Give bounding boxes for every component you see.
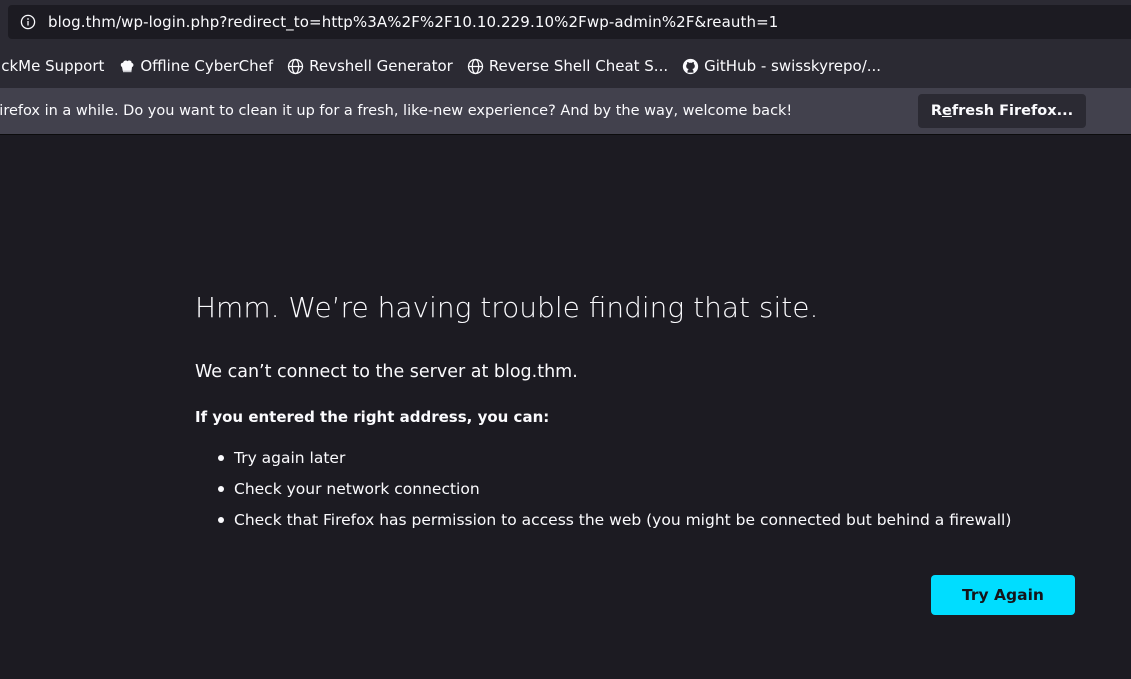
error-hint: If you entered the right address, you ca…: [195, 408, 550, 426]
github-icon: [682, 58, 699, 75]
url-text: blog.thm/wp-login.php?redirect_to=http%3…: [48, 13, 779, 31]
navigation-toolbar: blog.thm/wp-login.php?redirect_to=http%3…: [0, 0, 1131, 44]
suggestion-list: Try again later Check your network conne…: [195, 447, 1011, 540]
refresh-notification-bar: Firefox in a while. Do you want to clean…: [0, 88, 1131, 134]
bookmarks-toolbar: ackMe Support Offline CyberChef Revshell…: [0, 44, 1131, 88]
error-title: Hmm. We’re having trouble finding that s…: [195, 291, 819, 324]
error-description: We can’t connect to the server at blog.t…: [195, 362, 578, 382]
toolbar-divider: [0, 134, 1131, 135]
bookmark-label: Reverse Shell Cheat S...: [488, 57, 669, 75]
address-bar[interactable]: blog.thm/wp-login.php?redirect_to=http%3…: [8, 5, 1131, 39]
bookmark-offline-cyberchef[interactable]: Offline CyberChef: [111, 51, 280, 81]
bookmark-label: ackMe Support: [0, 57, 105, 75]
suggestion-text: Check that Firefox has permission to acc…: [234, 511, 1012, 529]
bookmark-tryhackme-support[interactable]: ackMe Support: [0, 51, 111, 81]
suggestion-text: Check your network connection: [234, 480, 480, 498]
refresh-button-label-start: R: [930, 103, 942, 119]
bookmark-github-swisskyrepo[interactable]: GitHub - swisskyrepo/...: [675, 51, 888, 81]
info-icon[interactable]: [20, 14, 36, 30]
bullet-icon: [218, 455, 224, 461]
bullet-icon: [218, 486, 224, 492]
bookmark-label: GitHub - swisskyrepo/...: [704, 57, 882, 75]
list-item: Check your network connection: [195, 478, 1011, 509]
bookmark-label: Offline CyberChef: [140, 57, 274, 75]
try-again-button[interactable]: Try Again: [931, 575, 1075, 615]
bullet-icon: [218, 517, 224, 523]
list-item: Try again later: [195, 447, 1011, 478]
bookmark-label: Revshell Generator: [309, 57, 453, 75]
globe-icon: [287, 58, 304, 75]
list-item: Check that Firefox has permission to acc…: [195, 509, 1011, 540]
globe-icon: [467, 58, 484, 75]
chef-hat-icon: [118, 58, 135, 75]
notification-message: Firefox in a while. Do you want to clean…: [0, 103, 793, 119]
bookmark-reverse-shell-cheat-sheet[interactable]: Reverse Shell Cheat S...: [460, 51, 675, 81]
suggestion-text: Try again later: [234, 449, 346, 467]
bookmark-revshell-generator[interactable]: Revshell Generator: [280, 51, 460, 81]
refresh-firefox-button[interactable]: Re fresh Firefox...: [918, 94, 1086, 128]
refresh-button-accesskey: e: [942, 103, 952, 119]
refresh-button-label-end: fresh Firefox...: [951, 103, 1074, 119]
